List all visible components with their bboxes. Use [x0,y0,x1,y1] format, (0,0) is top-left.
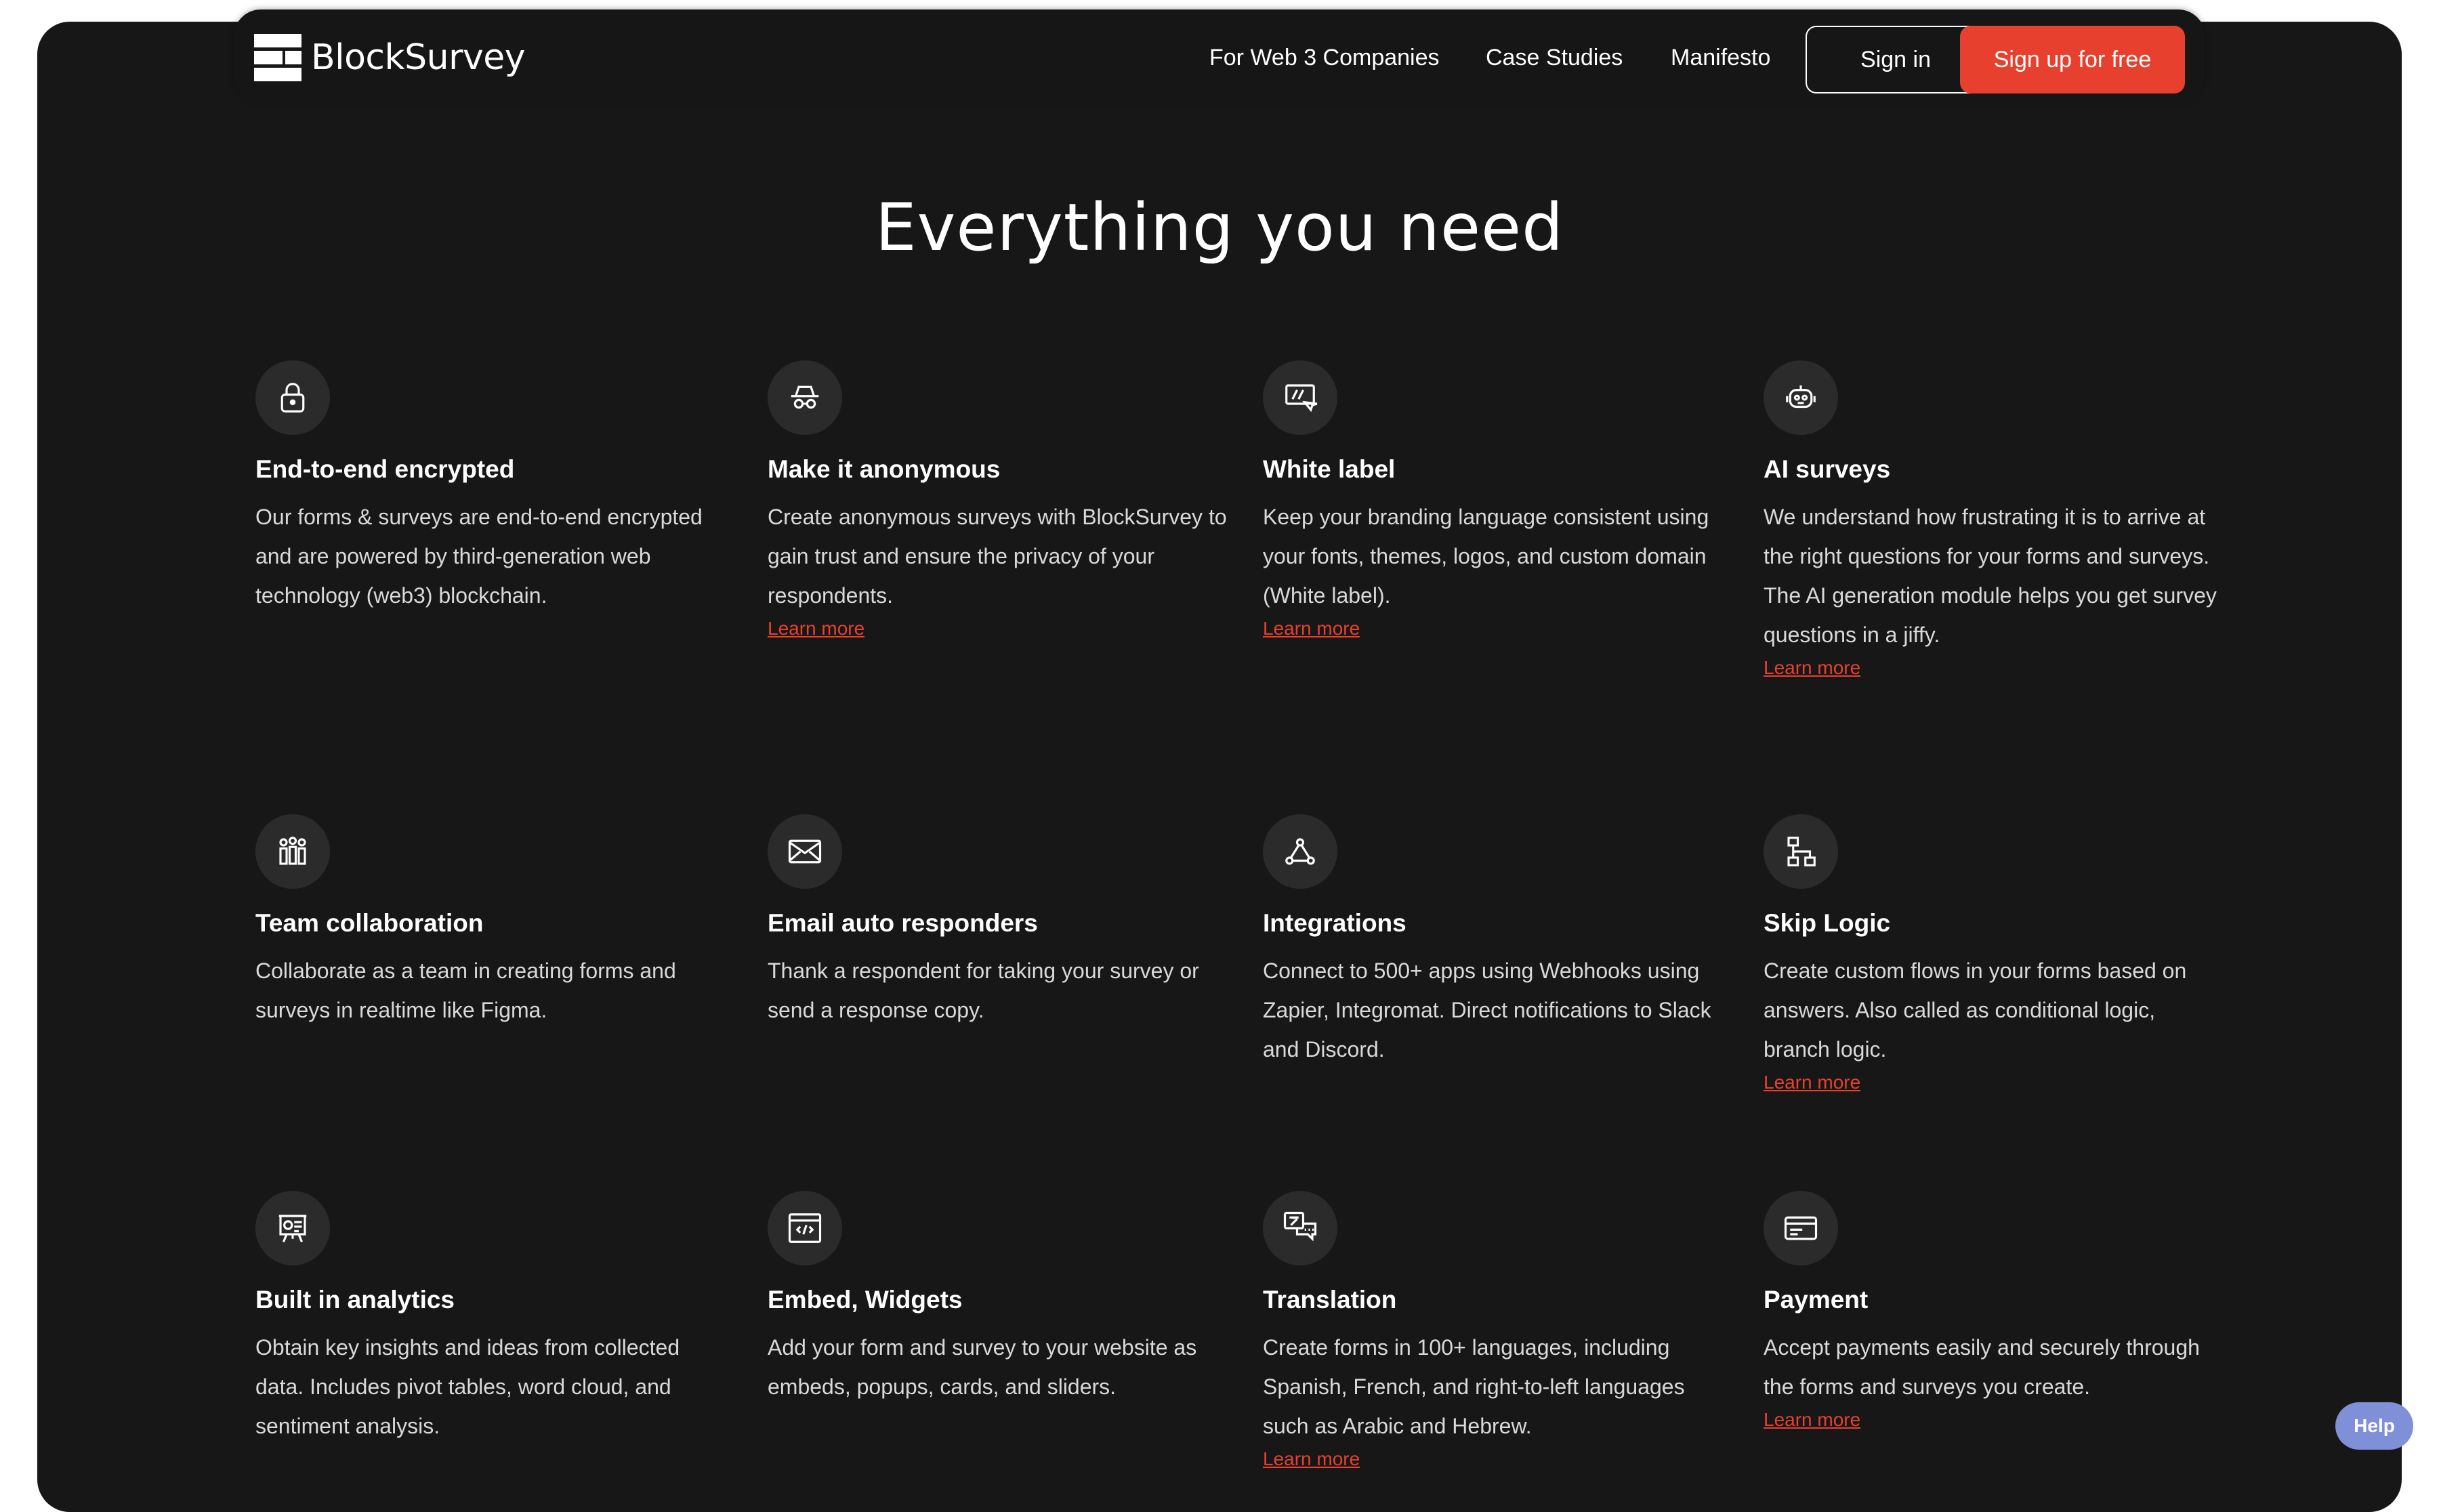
feature-description: Create custom flows in your forms based … [1764,959,2187,1062]
feature-description: Add your form and survey to your website… [768,1335,1197,1399]
feature-description: Connect to 500+ apps using Webhooks usin… [1263,959,1711,1062]
feature-description: Create anonymous surveys with BlockSurve… [768,505,1227,608]
feature-description: Keep your branding language consistent u… [1263,505,1709,608]
learn-more-link[interactable]: Learn more [1263,1448,1724,1470]
feature-title: White label [1263,455,1396,483]
white-label-icon [1263,360,1337,435]
feature-title: Embed, Widgets [768,1286,963,1314]
feature-title: Built in analytics [255,1286,455,1314]
feature-card: Translation Create forms in 100+ languag… [1263,1191,1724,1470]
envelope-icon [768,814,842,889]
flow-icon [1764,814,1838,889]
feature-title: Payment [1764,1286,1869,1314]
feature-card: Skip Logic Create custom flows in your f… [1764,814,2224,1093]
feature-title: AI surveys [1764,455,1891,483]
feature-card: Built in analytics Obtain key insights a… [255,1191,716,1446]
feature-card: White label Keep your branding language … [1263,360,1724,639]
feature-title: Email auto responders [768,909,1038,937]
feature-card: AI surveys We understand how frustrating… [1764,360,2224,679]
feature-card: Integrations Connect to 500+ apps using … [1263,814,1724,1069]
feature-card: End-to-end encrypted Our forms & surveys… [255,360,716,615]
webhook-icon [1263,814,1337,889]
feature-description: Obtain key insights and ideas from colle… [255,1335,680,1438]
team-icon [255,814,330,889]
feature-title: Team collaboration [255,909,484,937]
sign-up-button[interactable]: Sign up for free [1960,26,2185,93]
robot-icon [1764,360,1838,435]
learn-more-link[interactable]: Learn more [1764,657,2224,679]
feature-description: Create forms in 100+ languages, includin… [1263,1335,1685,1438]
incognito-icon [768,360,842,435]
section-title: Everything you need [875,190,1564,266]
feature-title: End-to-end encrypted [255,455,515,483]
feature-description: Our forms & surveys are end-to-end encry… [255,505,703,608]
brand-logo[interactable]: BlockSurvey [254,34,526,81]
feature-title: Make it anonymous [768,455,1001,483]
learn-more-link[interactable]: Learn more [1764,1409,2224,1431]
sign-in-button[interactable]: Sign in [1806,26,1986,93]
help-button[interactable]: Help [2335,1402,2413,1450]
translate-icon [1263,1191,1337,1265]
feature-card: Embed, Widgets Add your form and survey … [768,1191,1228,1406]
feature-description: We understand how frustrating it is to a… [1764,505,2217,647]
learn-more-link[interactable]: Learn more [768,618,1228,639]
feature-card: Team collaboration Collaborate as a team… [255,814,716,1030]
feature-description: Accept payments easily and securely thro… [1764,1335,2200,1399]
blocksurvey-logo-icon [254,34,301,81]
lock-icon [255,360,330,435]
feature-card: Payment Accept payments easily and secur… [1764,1191,2224,1431]
feature-title: Translation [1263,1286,1397,1314]
analytics-icon [255,1191,330,1265]
feature-title: Skip Logic [1764,909,1891,937]
feature-description: Thank a respondent for taking your surve… [768,959,1199,1022]
learn-more-link[interactable]: Learn more [1263,618,1724,639]
feature-description: Collaborate as a team in creating forms … [255,959,676,1022]
embed-code-icon [768,1191,842,1265]
learn-more-link[interactable]: Learn more [1764,1072,2224,1093]
brand-name: BlockSurvey [311,37,526,78]
feature-card: Make it anonymous Create anonymous surve… [768,360,1228,639]
payment-card-icon [1764,1191,1838,1265]
feature-card: Email auto responders Thank a respondent… [768,814,1228,1030]
nav-link-web3[interactable]: For Web 3 Companies [1209,45,1440,71]
nav-link-manifesto[interactable]: Manifesto [1671,45,1770,71]
nav-link-case-studies[interactable]: Case Studies [1486,45,1623,71]
feature-title: Integrations [1263,909,1406,937]
